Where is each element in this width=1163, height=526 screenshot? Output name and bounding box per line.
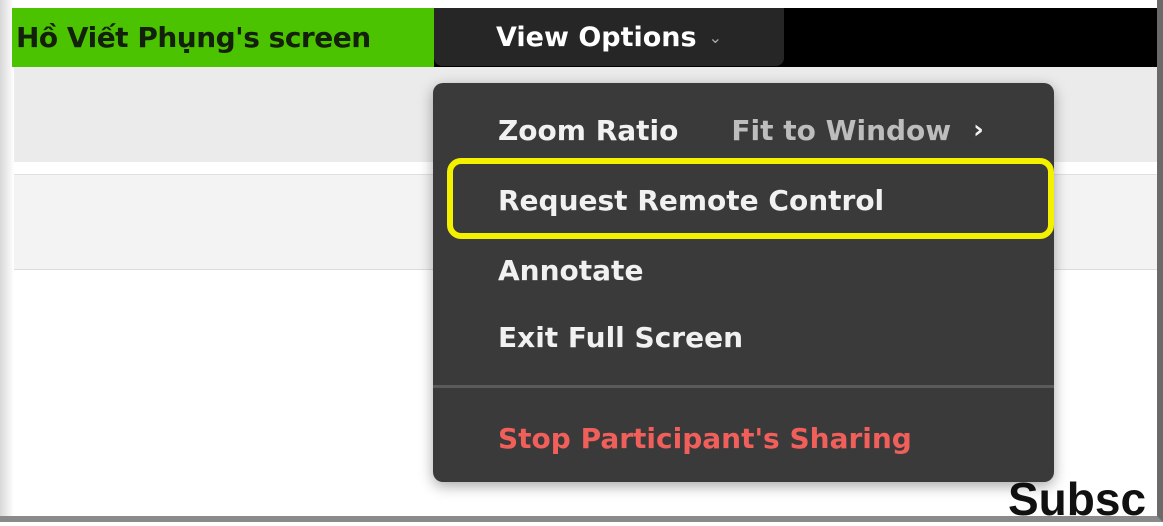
screenshot-frame	[0, 0, 1163, 522]
